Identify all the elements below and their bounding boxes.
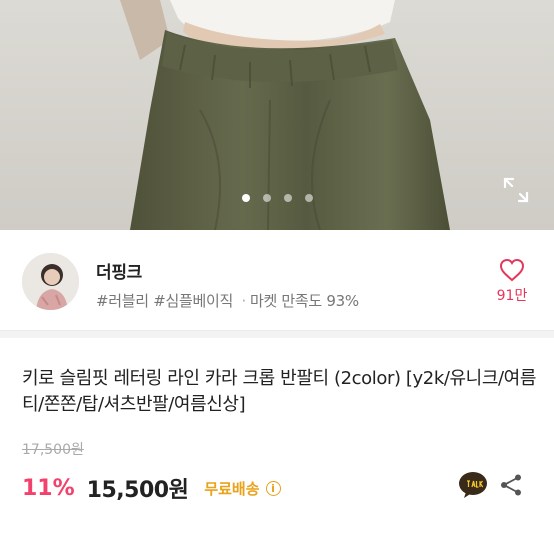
- discount-rate: 11%: [22, 475, 75, 501]
- sale-price: 15,500원: [86, 478, 189, 503]
- gallery-pagination: [0, 194, 554, 202]
- talk-icon[interactable]: [458, 471, 488, 499]
- share-icon[interactable]: [499, 473, 523, 497]
- price-row: 11% 15,500원 무료배송 i: [22, 472, 281, 504]
- market-satisfaction: 마켓 만족도 93%: [249, 292, 359, 310]
- gallery-dot[interactable]: [283, 194, 292, 202]
- gallery-dot[interactable]: [241, 194, 250, 202]
- seller-info[interactable]: 더핑크 #러블리 #심플베이직 · 마켓 만족도 93% 91만: [0, 230, 554, 330]
- store-tags: #러블리 #심플베이직 · 마켓 만족도 93%: [96, 290, 359, 311]
- product-image-gallery[interactable]: [0, 0, 554, 230]
- tag-separator: ·: [241, 292, 247, 310]
- gallery-dot[interactable]: [304, 194, 313, 202]
- section-divider: [0, 330, 554, 338]
- like-button[interactable]: 91만: [490, 258, 534, 305]
- info-icon[interactable]: i: [265, 480, 281, 496]
- product-title: 키로 슬림핏 레터링 라인 카라 크롭 반팔티 (2color) [y2k/유니…: [22, 368, 536, 415]
- shipping-label: 무료배송: [204, 479, 260, 498]
- avatar[interactable]: [22, 253, 79, 310]
- like-count: 91만: [496, 288, 528, 304]
- store-tag: #러블리: [96, 292, 149, 310]
- heart-icon: [499, 258, 525, 282]
- original-price: 17,500원: [22, 442, 84, 458]
- gallery-dot[interactable]: [262, 194, 271, 202]
- store-tag: #심플베이직: [153, 292, 234, 310]
- expand-icon[interactable]: [502, 176, 530, 204]
- store-name[interactable]: 더핑크: [96, 258, 142, 283]
